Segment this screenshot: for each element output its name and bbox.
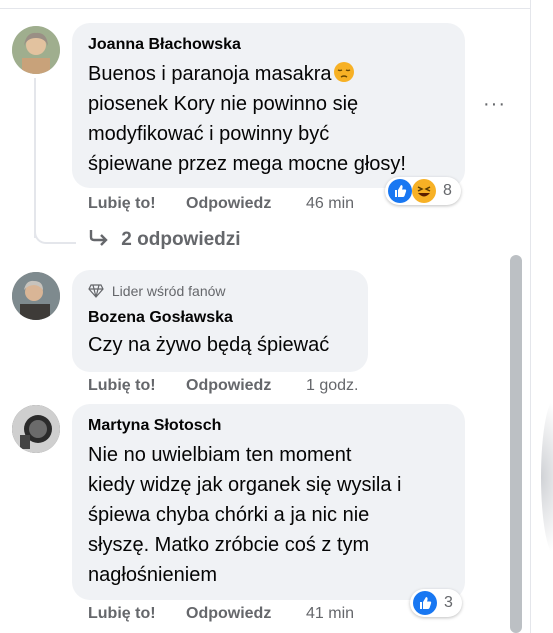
comment-text-line: Buenos i paranoja masakra: [88, 59, 449, 89]
like-button[interactable]: Lubię to!: [88, 194, 156, 214]
comment-text-line: kiedy widzę jak organek się wysila i: [88, 474, 402, 496]
comment-text-segment: Buenos i paranoja masakra: [88, 63, 332, 85]
panel-divider: [530, 0, 531, 633]
like-icon: [413, 591, 437, 615]
comment-timestamp[interactable]: 46 min: [306, 194, 354, 214]
comment-text-line: Czy na żywo będą śpiewać: [88, 334, 330, 356]
thread-connector: [34, 78, 36, 238]
comment-bubble: Lider wśród fanów Bozena Gosławska Czy n…: [72, 270, 368, 372]
scrollbar-thumb[interactable]: [510, 255, 522, 633]
comment-bubble: Joanna Błachowska Buenos i paranoja masa…: [72, 23, 465, 188]
reaction-summary[interactable]: 3: [410, 589, 462, 617]
fan-badge[interactable]: Lider wśród fanów: [88, 282, 352, 300]
comment-actions: Lubię to! Odpowiedz 46 min: [88, 194, 388, 214]
comment-author[interactable]: Bozena Gosławska: [88, 308, 352, 328]
reply-button[interactable]: Odpowiedz: [186, 194, 271, 214]
comment-text-line: śpiewa chyba chórki a ja nic nie: [88, 504, 370, 526]
avatar-image: [12, 26, 60, 74]
comment-timestamp[interactable]: 1 godz.: [306, 376, 358, 396]
comment-text: Czy na żywo będą śpiewać: [88, 330, 352, 360]
comment-actions: Lubię to! Odpowiedz 41 min: [88, 604, 388, 624]
comment-bubble: Martyna Słotosch Nie no uwielbiam ten mo…: [72, 404, 465, 600]
comment-text-line: nagłośnieniem: [88, 564, 217, 586]
comment-text: Nie no uwielbiam ten moment kiedy widzę …: [88, 440, 449, 590]
comment-timestamp[interactable]: 41 min: [306, 604, 354, 624]
fan-badge-label: Lider wśród fanów: [111, 283, 226, 299]
comment-text-line: modyfikować i powinny być: [88, 123, 330, 145]
avatar-image: [12, 405, 60, 453]
comment-author[interactable]: Martyna Słotosch: [88, 416, 449, 436]
like-icon: [388, 179, 412, 203]
thread-connector-curve: [34, 222, 76, 244]
reply-arrow-icon: [88, 228, 110, 248]
avatar-bozena[interactable]: [12, 272, 60, 320]
replies-count-label: 2 odpowiedzi: [121, 229, 241, 250]
like-button[interactable]: Lubię to!: [88, 376, 156, 396]
reply-button[interactable]: Odpowiedz: [186, 376, 271, 396]
top-divider: [0, 8, 530, 9]
reply-button[interactable]: Odpowiedz: [186, 604, 271, 624]
comment-text-line: śpiewane przez mega mocne głosy!: [88, 153, 406, 175]
comment-text-line: Nie no uwielbiam ten moment: [88, 444, 352, 466]
avatar-joanna[interactable]: [12, 26, 60, 74]
reaction-summary[interactable]: 8: [385, 177, 461, 205]
comment-author[interactable]: Joanna Błachowska: [88, 35, 449, 55]
comment-text-line: piosenek Kory nie powinno się: [88, 93, 359, 115]
avatar-martyna[interactable]: [12, 405, 60, 453]
view-replies-link[interactable]: 2 odpowiedzi: [88, 228, 241, 252]
reaction-count: 8: [443, 182, 452, 199]
more-options-icon[interactable]: ···: [483, 94, 506, 114]
edge-shadow: [541, 397, 553, 557]
diamond-icon: [88, 284, 104, 298]
reaction-count: 3: [444, 594, 453, 611]
comment-actions: Lubię to! Odpowiedz 1 godz.: [88, 376, 388, 396]
haha-icon: [412, 179, 436, 203]
pensive-face-icon: [333, 61, 355, 83]
comment-text: Buenos i paranoja masakra piosenek Kory …: [88, 59, 449, 179]
comment-text-line: słyszę. Matko zróbcie coś z tym: [88, 534, 370, 556]
like-button[interactable]: Lubię to!: [88, 604, 156, 624]
avatar-image: [12, 272, 60, 320]
